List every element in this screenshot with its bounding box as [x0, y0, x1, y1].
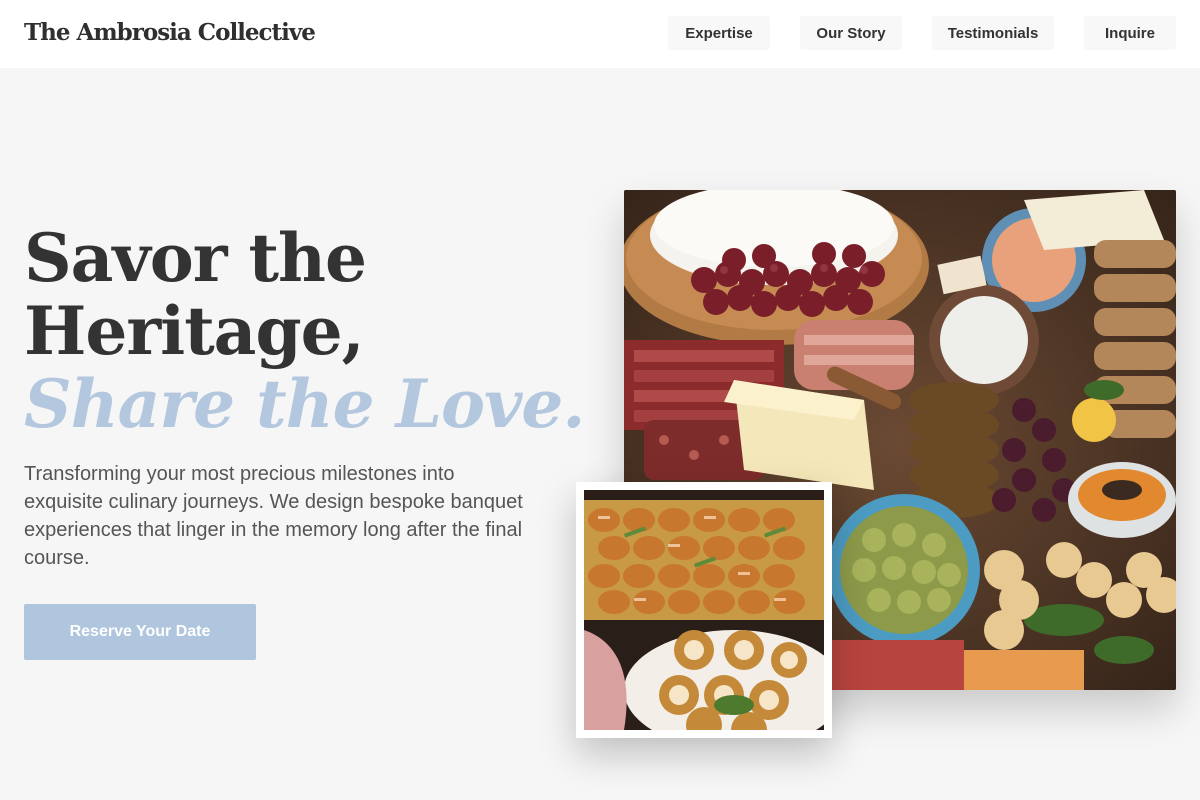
hero-headline: Savor the Heritage, Share the Love. — [24, 219, 585, 443]
main-nav: Expertise Our Story Testimonials Inquire — [668, 16, 1176, 50]
nav-inquire[interactable]: Inquire — [1084, 16, 1176, 50]
reserve-date-button[interactable]: Reserve Your Date — [24, 604, 256, 660]
headline-line-1: Savor the — [24, 219, 367, 297]
hero-lead: Transforming your most precious mileston… — [24, 463, 523, 569]
brand-logo[interactable]: The Ambrosia Collective — [24, 19, 316, 46]
nav-our-story[interactable]: Our Story — [800, 16, 902, 50]
headline-accent: Share the Love. — [24, 365, 585, 443]
pastries-platter-photo — [576, 482, 832, 738]
nav-expertise[interactable]: Expertise — [668, 16, 770, 50]
headline-line-2: Heritage, — [24, 292, 365, 370]
site-header: The Ambrosia Collective Expertise Our St… — [0, 0, 1200, 68]
nav-testimonials[interactable]: Testimonials — [932, 16, 1054, 50]
